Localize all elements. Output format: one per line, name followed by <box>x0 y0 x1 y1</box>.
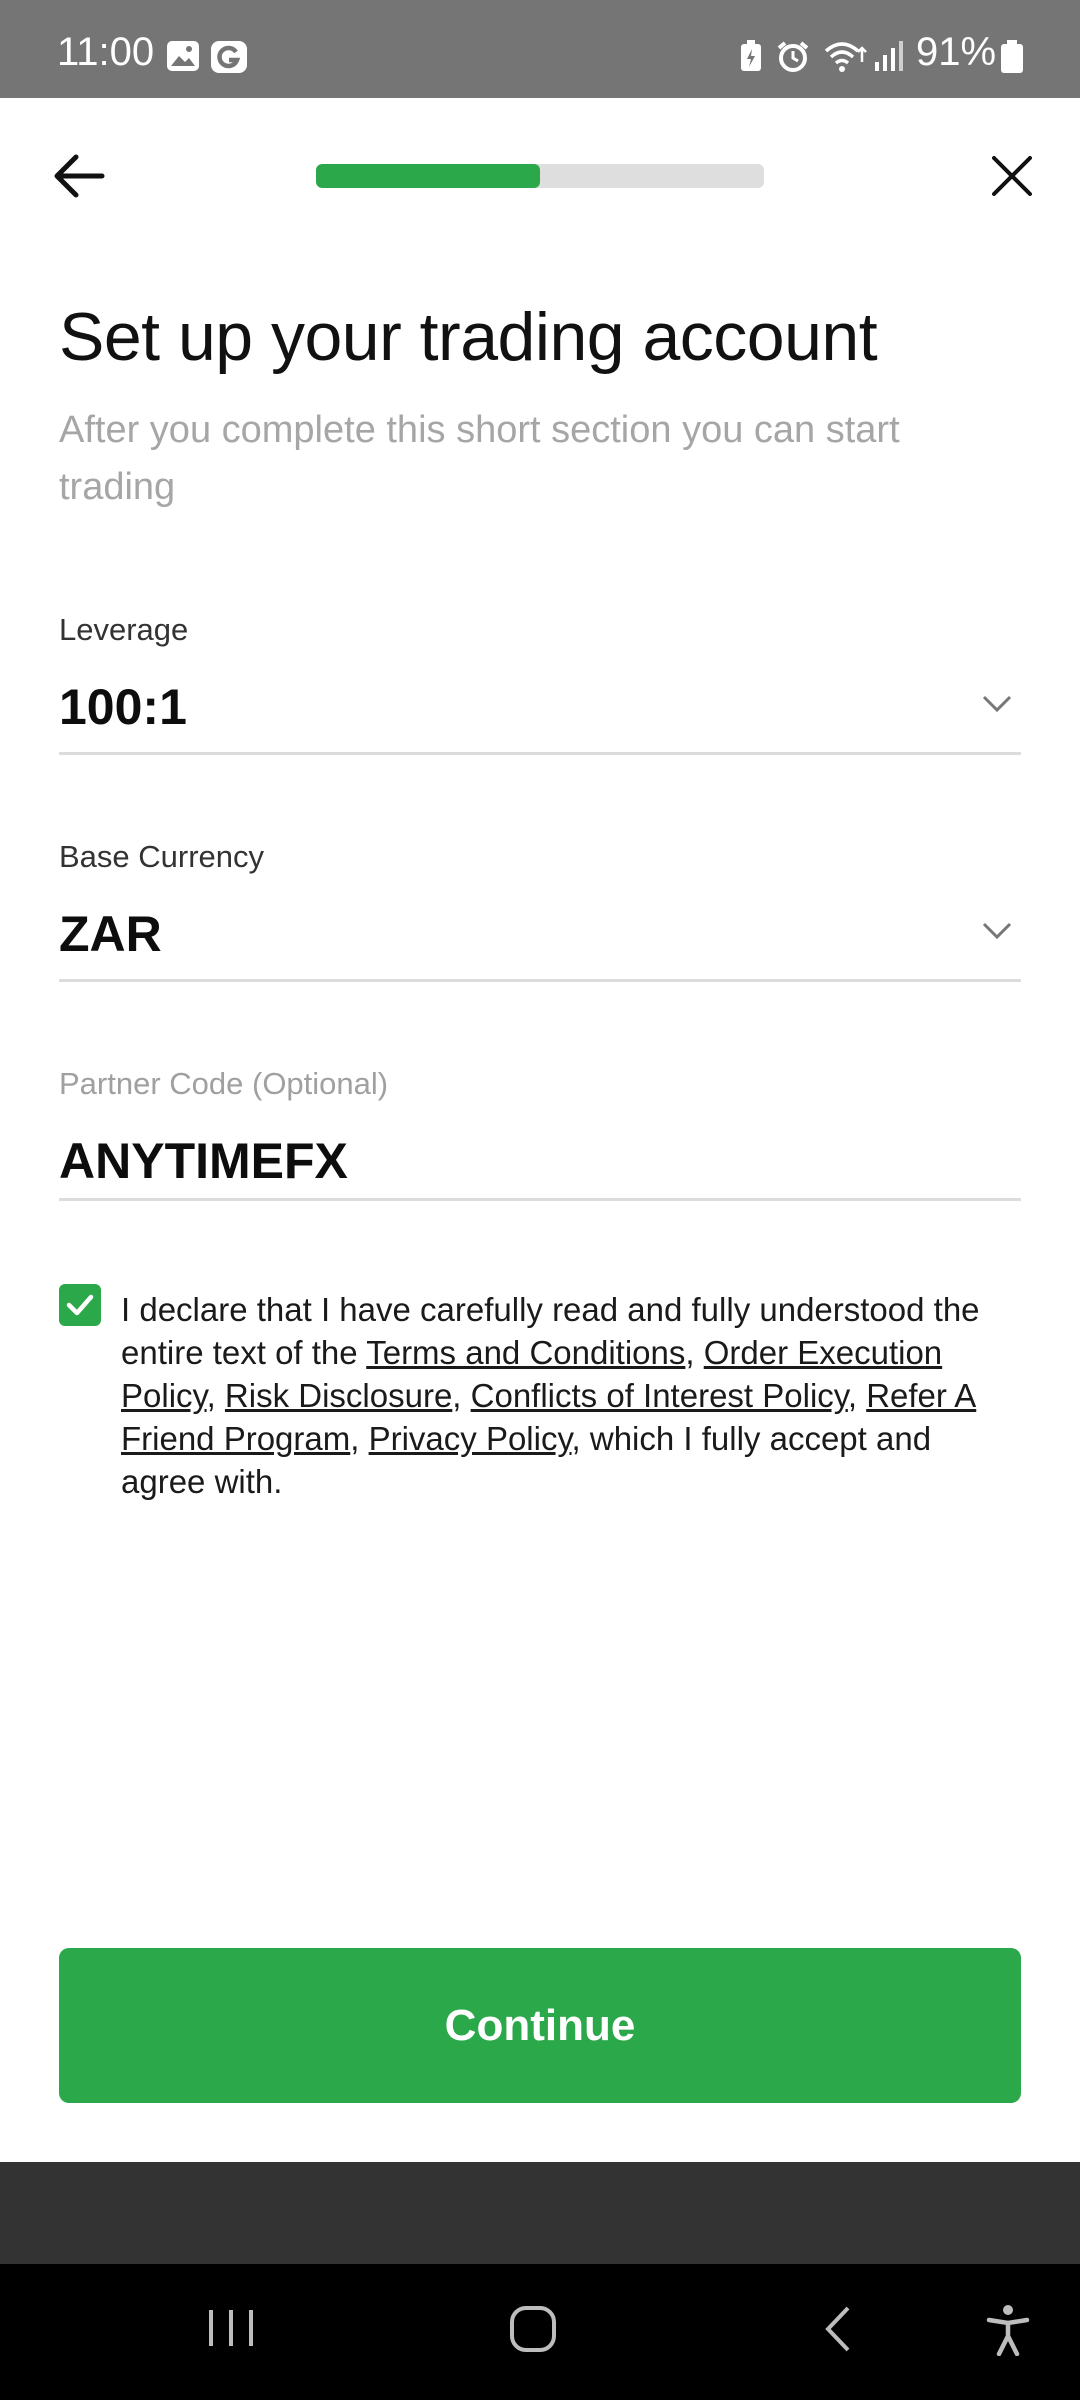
alarm-icon <box>777 41 809 72</box>
base-currency-label: Base Currency <box>59 839 265 874</box>
base-currency-value: ZAR <box>59 906 162 962</box>
close-icon <box>992 156 1032 196</box>
bottom-band <box>0 2162 1080 2264</box>
continue-button[interactable]: Continue <box>59 1948 1021 2103</box>
declaration-text: I declare that I have carefully read and… <box>121 1288 1021 1503</box>
page-subtitle: After you complete this short section yo… <box>59 409 900 508</box>
link-risk-disclosure[interactable]: Risk Disclosure <box>225 1377 452 1414</box>
back-nav-icon[interactable] <box>818 2304 858 2354</box>
partner-code-input[interactable]: ANYTIMEFX <box>59 1132 348 1190</box>
progress-fill <box>316 164 540 188</box>
arrow-left-icon <box>54 154 105 198</box>
g-icon <box>211 41 247 73</box>
partner-code-field[interactable]: Partner Code (Optional) ANYTIMEFX <box>59 1066 1021 1203</box>
close-button[interactable] <box>984 148 1040 204</box>
link-conflicts-of-interest-policy[interactable]: Conflicts of Interest Policy <box>471 1377 848 1414</box>
progress-bar <box>316 164 764 188</box>
battery-percent: 91% <box>916 30 997 74</box>
chevron-down-icon[interactable] <box>981 694 1013 714</box>
wifi-icon <box>824 42 867 72</box>
battery-icon <box>1001 40 1023 73</box>
partner-code-underline <box>59 1198 1021 1201</box>
status-bar: 11:00 91% <box>0 0 1080 98</box>
recent-apps-icon[interactable] <box>205 2304 257 2352</box>
link-separator: , <box>350 1420 369 1457</box>
checkmark-icon <box>66 1294 94 1316</box>
base-currency-select[interactable]: Base Currency ZAR <box>59 839 1021 984</box>
image-icon <box>167 41 199 71</box>
home-icon[interactable] <box>508 2304 558 2354</box>
leverage-select[interactable]: Leverage 100:1 <box>59 612 1021 757</box>
link-separator: , <box>206 1377 225 1414</box>
link-separator: , <box>847 1377 867 1414</box>
page-title: Set up your trading account <box>59 299 878 375</box>
chevron-down-icon[interactable] <box>981 921 1013 941</box>
leverage-underline <box>59 752 1021 755</box>
link-terms-and-conditions[interactable]: Terms and Conditions <box>366 1334 685 1371</box>
system-nav-bar <box>0 2264 1080 2400</box>
link-privacy-policy[interactable]: Privacy Policy <box>369 1420 572 1457</box>
battery-saver-icon <box>741 40 761 71</box>
declaration-checkbox[interactable] <box>59 1284 101 1326</box>
partner-code-label: Partner Code (Optional) <box>59 1066 389 1101</box>
leverage-value: 100:1 <box>59 679 187 735</box>
leverage-label: Leverage <box>59 612 189 647</box>
link-separator: , <box>685 1334 704 1371</box>
link-separator: , <box>452 1377 471 1414</box>
signal-icon <box>875 41 903 71</box>
back-button[interactable] <box>50 148 110 204</box>
status-time: 11:00 <box>57 30 155 74</box>
accessibility-icon[interactable] <box>986 2304 1030 2356</box>
base-currency-underline <box>59 979 1021 982</box>
